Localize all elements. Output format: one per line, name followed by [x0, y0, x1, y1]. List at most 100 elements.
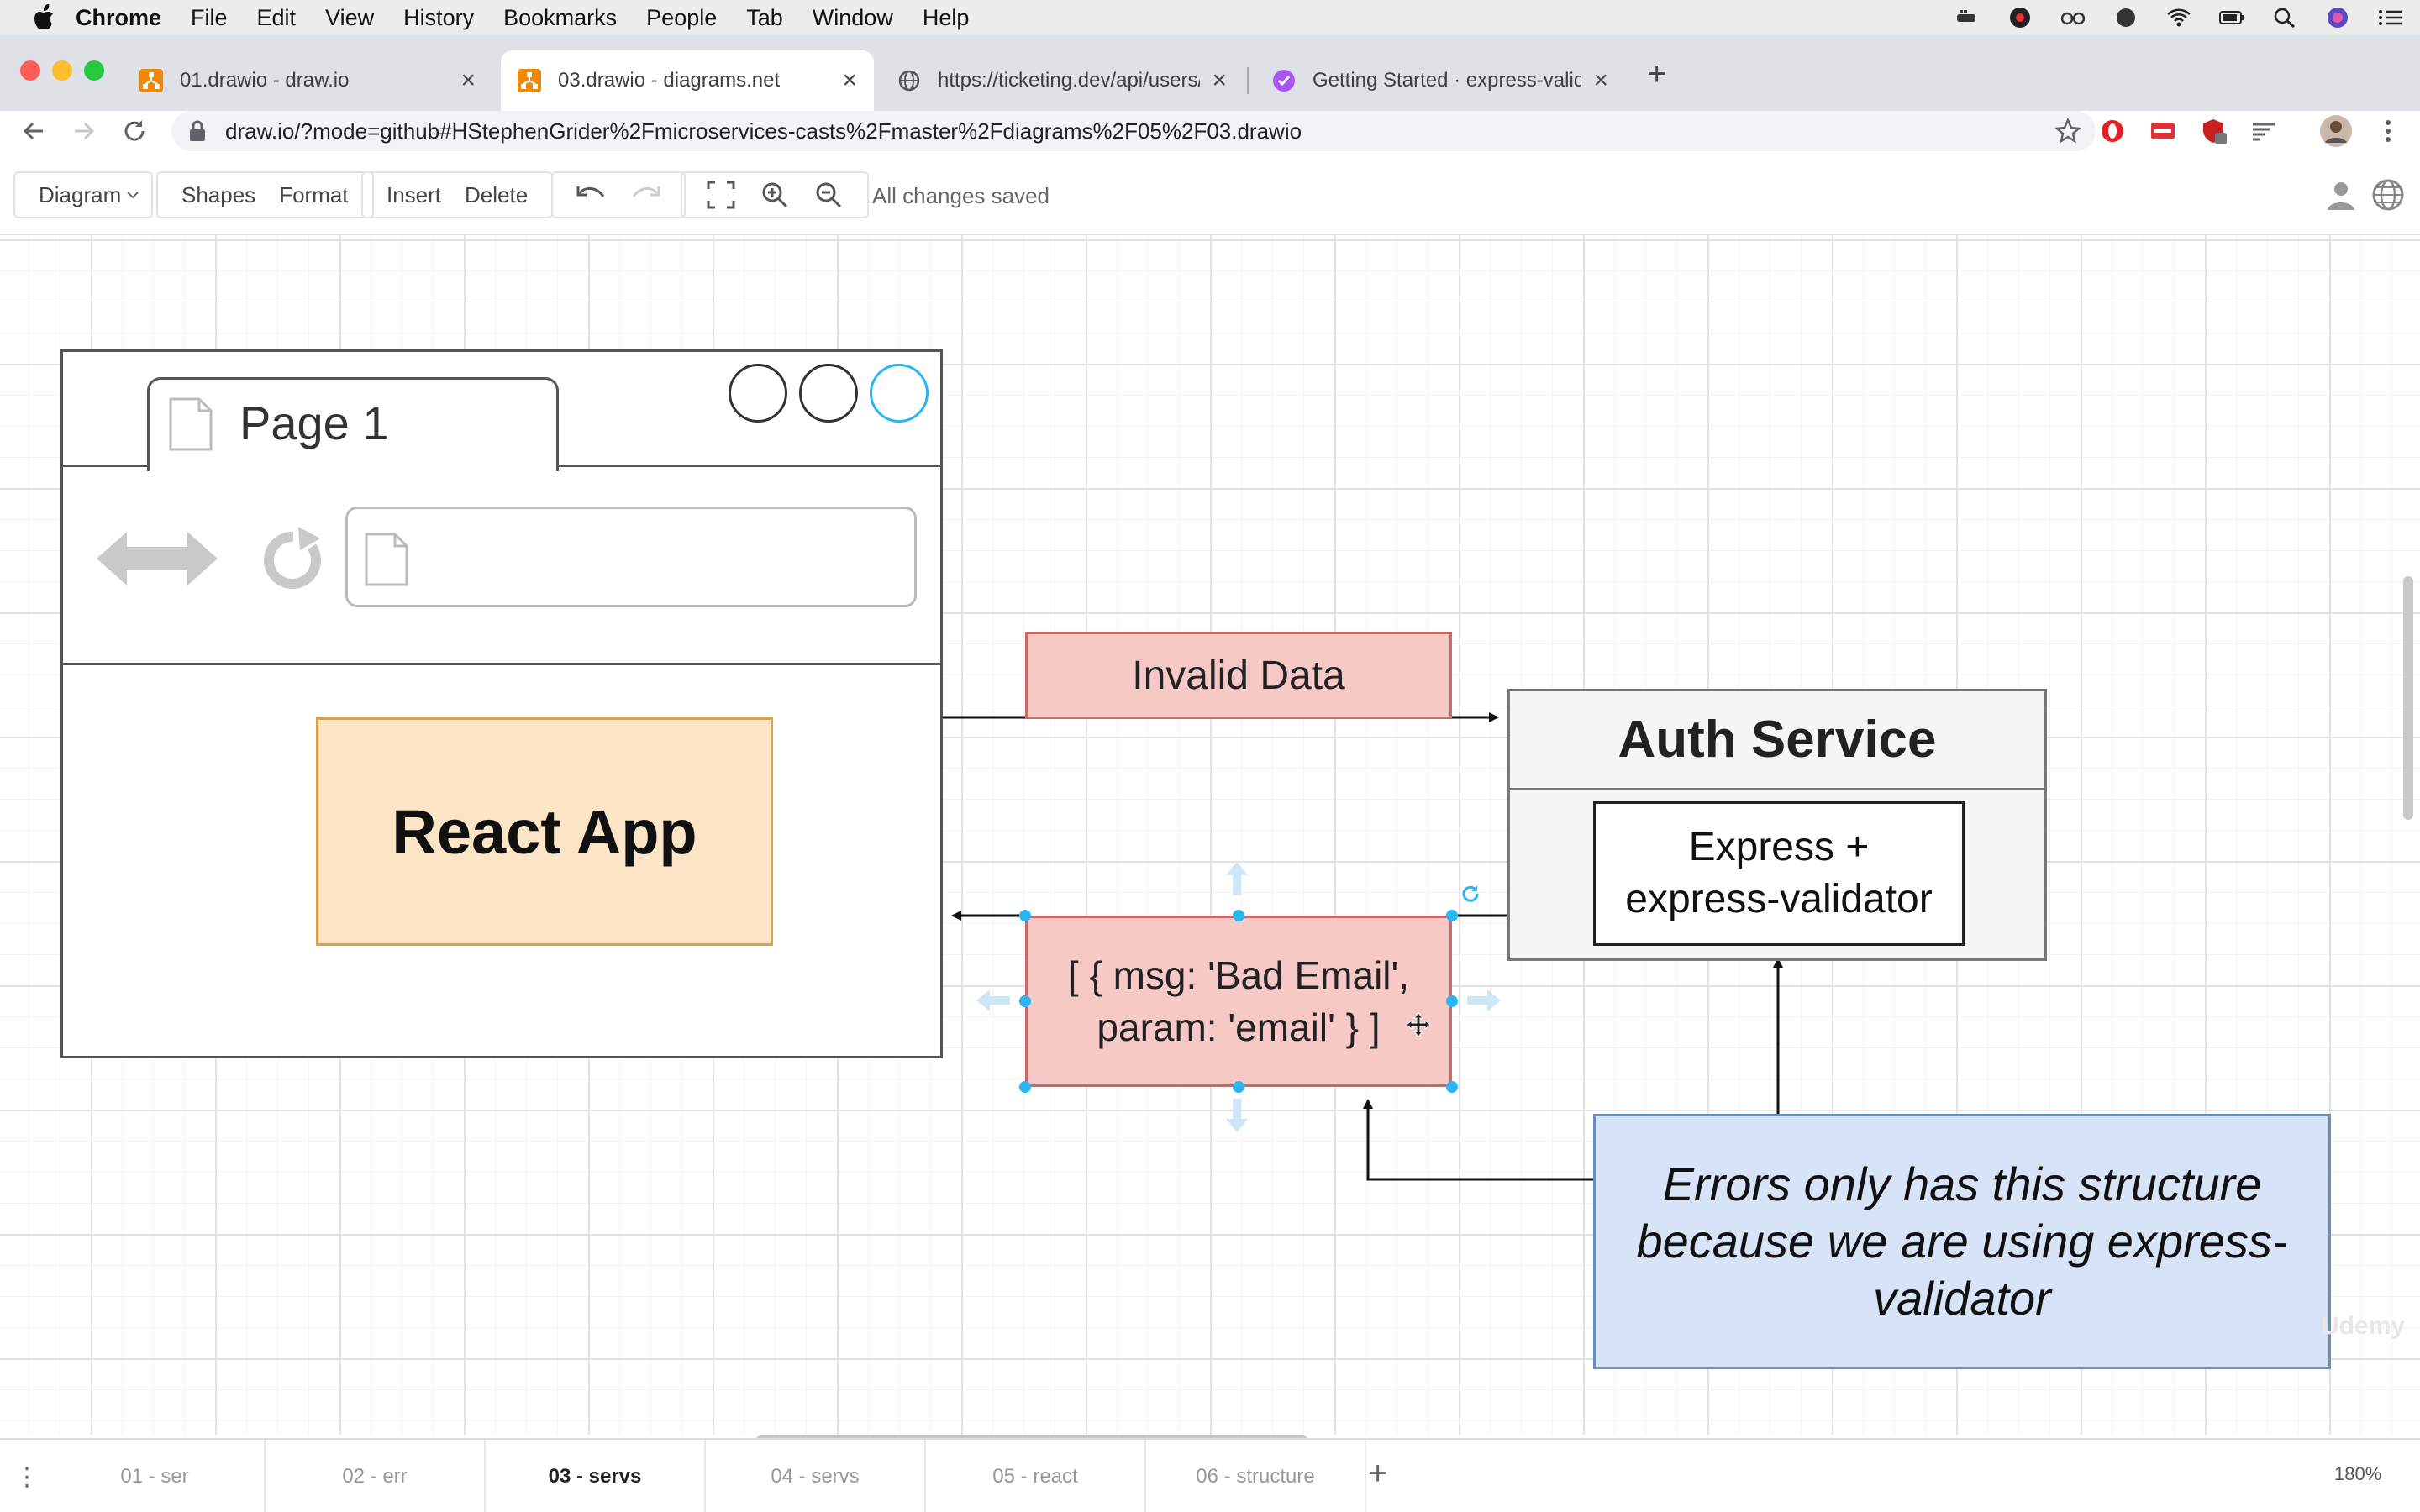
wifi-icon[interactable] [2166, 7, 2191, 29]
save-status: All changes saved [872, 183, 1050, 208]
resize-handle[interactable] [1019, 995, 1031, 1007]
history-group [551, 171, 686, 218]
fit-page-icon[interactable] [704, 178, 738, 212]
diagram-menu-button[interactable]: Diagram [39, 182, 121, 208]
diagram-menu-group: Diagram [13, 171, 154, 218]
cloud-icon[interactable] [2113, 7, 2139, 29]
list-icon[interactable] [2378, 7, 2403, 29]
menu-edit[interactable]: Edit [257, 5, 297, 31]
menu-help[interactable]: Help [923, 5, 970, 31]
zoom-in-icon[interactable] [758, 178, 792, 212]
page-tab-03[interactable]: 03 - servs [486, 1440, 706, 1512]
more-options-icon[interactable] [2375, 118, 2402, 144]
explanation-note-box[interactable]: Errors only has this structure because w… [1593, 1114, 2331, 1369]
resize-handle[interactable] [1233, 910, 1244, 921]
clone-arrow-down-icon[interactable] [1224, 1097, 1249, 1134]
close-tab-icon[interactable]: × [1212, 66, 1227, 95]
menu-file[interactable]: File [191, 5, 228, 31]
resize-handle[interactable] [1446, 1081, 1458, 1093]
apple-menu-icon[interactable] [32, 4, 57, 31]
undo-icon[interactable] [575, 178, 608, 212]
tab-title: 03.drawio - diagrams.net [558, 69, 781, 92]
globe-icon [898, 70, 920, 92]
address-bar[interactable]: draw.io/?mode=github#HStephenGrider%2Fmi… [171, 111, 2096, 151]
maximize-window-button[interactable] [84, 60, 104, 81]
menu-window[interactable]: Window [813, 5, 893, 31]
express-validator-box[interactable]: Express + express-validator [1593, 801, 1965, 946]
menu-history[interactable]: History [403, 5, 474, 31]
delete-button[interactable]: Delete [465, 182, 528, 208]
siri-icon[interactable] [2325, 7, 2350, 29]
drawio-toolbar: Diagram Shapes Format Insert Delete All … [0, 161, 2420, 235]
zoom-group [681, 171, 869, 218]
user-icon[interactable] [2324, 178, 2358, 212]
invalid-data-box[interactable]: Invalid Data [1025, 632, 1452, 719]
page-tab-06[interactable]: 06 - structure [1146, 1440, 1366, 1512]
drawio-icon [518, 69, 541, 92]
redo-icon[interactable] [629, 178, 662, 212]
search-icon[interactable] [2272, 7, 2297, 29]
resize-handle[interactable] [1446, 910, 1458, 921]
menu-bookmarks[interactable]: Bookmarks [503, 5, 617, 31]
clone-arrow-left-icon[interactable] [975, 988, 1012, 1013]
extension-icon[interactable] [2149, 118, 2176, 144]
panel-toggle-group: Shapes Format [156, 171, 374, 218]
page-tab-02[interactable]: 02 - err [266, 1440, 486, 1512]
browser-tab-01-drawio[interactable]: 01.drawio - draw.io × [123, 50, 492, 111]
forward-button[interactable] [67, 114, 101, 148]
zoom-level[interactable]: 180% [2334, 1463, 2381, 1485]
language-globe-icon[interactable] [2371, 178, 2405, 212]
back-button[interactable] [17, 114, 50, 148]
profile-avatar[interactable] [2319, 114, 2353, 148]
resize-handle[interactable] [1446, 995, 1458, 1007]
app-icon[interactable] [2007, 7, 2033, 29]
browser-mockup-shape[interactable]: Page 1 [60, 349, 943, 1058]
menu-people[interactable]: People [646, 5, 717, 31]
lock-icon[interactable] [188, 120, 207, 142]
close-tab-icon[interactable]: × [460, 66, 476, 95]
shield-extension-icon[interactable] [2200, 118, 2227, 144]
reload-button[interactable] [118, 114, 151, 148]
vertical-scrollbar[interactable] [2403, 576, 2413, 820]
zoom-out-icon[interactable] [812, 178, 845, 212]
close-tab-icon[interactable]: × [1593, 66, 1608, 95]
resize-handle[interactable] [1019, 1081, 1031, 1093]
resize-handle[interactable] [1019, 910, 1031, 921]
bookmark-star-icon[interactable] [2055, 118, 2081, 144]
opera-extension-icon[interactable] [2099, 118, 2126, 144]
resize-handle[interactable] [1233, 1081, 1244, 1093]
new-tab-button[interactable]: + [1647, 55, 1666, 93]
react-app-box[interactable]: React App [316, 717, 773, 946]
diagram-canvas[interactable]: Page 1 React App Invalid Data Auth Servi… [0, 235, 2420, 1435]
page-tab-05[interactable]: 05 - react [926, 1440, 1146, 1512]
clone-arrow-right-icon[interactable] [1465, 988, 1502, 1013]
page-tab-04[interactable]: 04 - servs [706, 1440, 926, 1512]
menu-view[interactable]: View [325, 5, 374, 31]
rotate-handle-icon[interactable] [1459, 882, 1482, 906]
page-tabs-bar: ⋮ 01 - ser 02 - err 03 - servs 04 - serv… [0, 1438, 2420, 1512]
address-url: draw.io/?mode=github#HStephenGrider%2Fmi… [225, 118, 1302, 144]
format-button[interactable]: Format [279, 182, 348, 208]
docker-icon[interactable] [1954, 7, 1980, 29]
browser-tab-ticketing[interactable]: https://ticketing.dev/api/users/cu × [881, 50, 1244, 111]
glasses-icon[interactable] [2060, 7, 2086, 29]
clone-arrow-up-icon[interactable] [1224, 860, 1249, 897]
insert-button[interactable]: Insert [387, 182, 441, 208]
add-page-button[interactable]: + [1368, 1455, 1387, 1493]
close-tab-icon[interactable]: × [842, 66, 857, 95]
menu-tab[interactable]: Tab [746, 5, 783, 31]
pages-menu-icon[interactable]: ⋮ [12, 1457, 42, 1497]
browser-tab-express-validator[interactable]: Getting Started · express-validat × [1255, 50, 1625, 111]
error-structure-box[interactable]: [ { msg: 'Bad Email', param: 'email' } ] [1025, 916, 1452, 1087]
battery-icon[interactable] [2219, 7, 2244, 29]
browser-tab-strip: 01.drawio - draw.io × 03.drawio - diagra… [0, 35, 2420, 111]
browser-tab-03-drawio[interactable]: 03.drawio - diagrams.net × [501, 50, 874, 111]
close-window-button[interactable] [20, 60, 40, 81]
reading-list-icon[interactable] [2250, 118, 2277, 144]
page-tab-01[interactable]: 01 - ser [45, 1440, 266, 1512]
error-line-1: [ { msg: 'Bad Email', [1067, 953, 1410, 997]
menu-app-name[interactable]: Chrome [76, 5, 161, 31]
minimize-window-button[interactable] [52, 60, 72, 81]
note-to-error-arrow[interactable] [1363, 1099, 1593, 1181]
shapes-button[interactable]: Shapes [182, 182, 255, 208]
